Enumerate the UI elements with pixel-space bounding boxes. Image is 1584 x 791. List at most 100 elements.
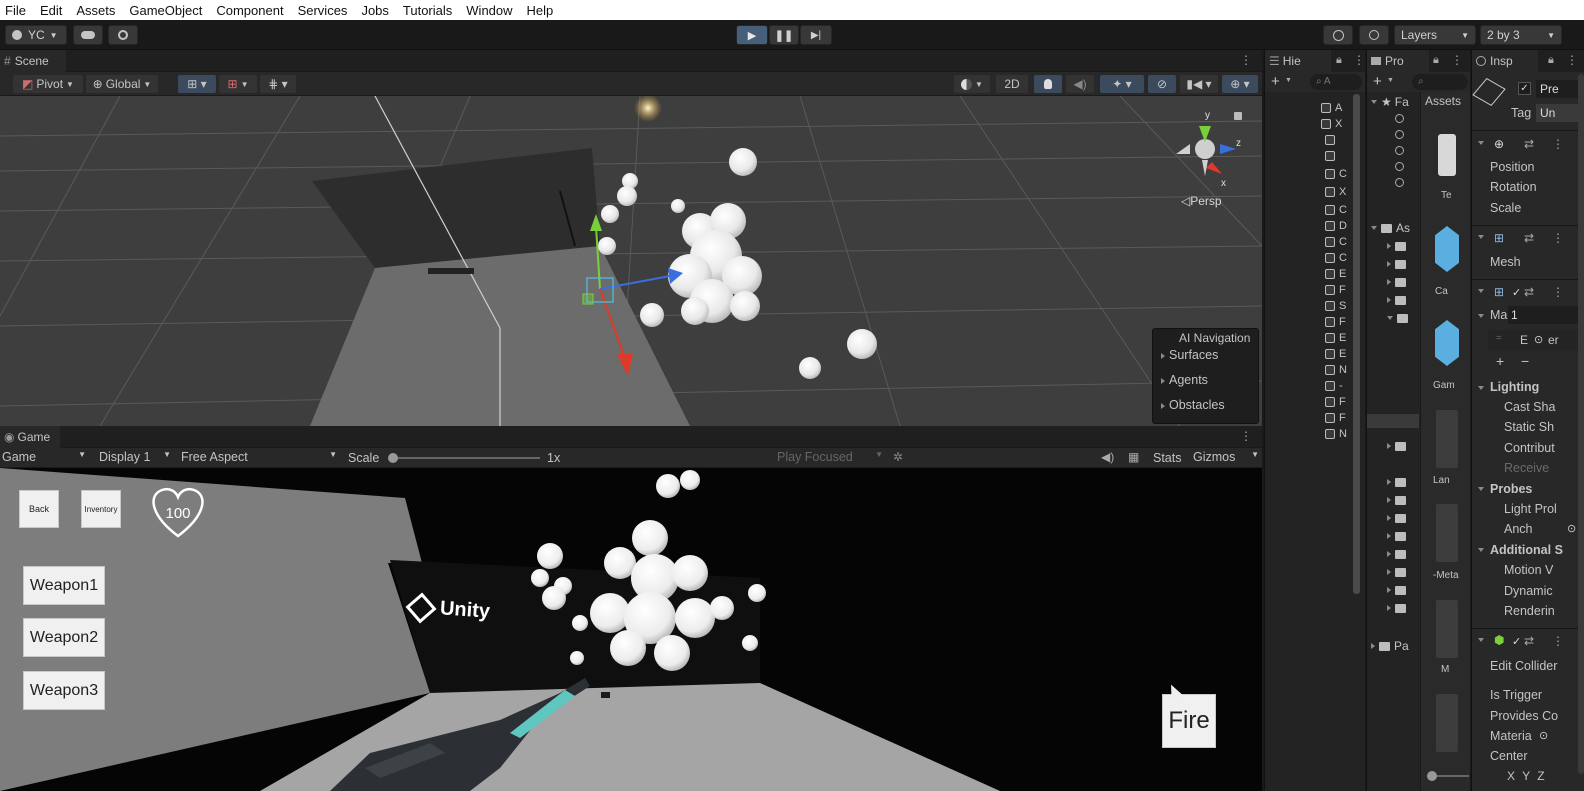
asset-subfolder[interactable]	[1387, 544, 1410, 564]
more-menu-icon[interactable]: ⋮	[1552, 285, 1564, 299]
probes-header[interactable]: Probes	[1490, 482, 1532, 496]
tab-scene[interactable]: # Scene	[0, 50, 66, 72]
weapon3-button[interactable]: Weapon3	[23, 671, 105, 710]
account-dropdown[interactable]: YC ▼	[5, 25, 67, 45]
component-settings-icon[interactable]: ⇄	[1524, 231, 1534, 245]
search-button[interactable]	[1359, 25, 1389, 45]
ai-navigation-item-obstacles[interactable]: Obstacles	[1161, 398, 1225, 412]
object-picker-icon[interactable]: ⊙	[1539, 729, 1548, 742]
enabled-checkbox[interactable]: ✓	[1512, 286, 1521, 299]
hierarchy-scrollbar[interactable]	[1353, 94, 1360, 594]
weapon2-button[interactable]: Weapon2	[23, 618, 105, 657]
more-menu-icon[interactable]: ⋮	[1566, 53, 1578, 67]
asset-subfolder[interactable]	[1387, 562, 1410, 582]
enabled-checkbox[interactable]: ✓	[1512, 635, 1521, 648]
collider-component-header[interactable]: ⬢ ✓ ⇄ ⋮	[1472, 631, 1584, 651]
lock-icon[interactable]	[1234, 112, 1242, 120]
hierarchy-item[interactable]: X	[1325, 182, 1346, 202]
component-settings-icon[interactable]: ⇄	[1524, 634, 1534, 648]
more-menu-icon[interactable]: ⋮	[1240, 429, 1252, 443]
collapse-arrow-icon[interactable]	[1478, 386, 1484, 390]
persp-toggle[interactable]: ◁Persp	[1181, 194, 1222, 208]
lighting-header[interactable]: Lighting	[1490, 380, 1539, 394]
display-dropdown[interactable]: Display 1 ▼	[99, 450, 171, 464]
asset-thumbnail[interactable]	[1438, 134, 1456, 176]
hierarchy-item[interactable]: N	[1325, 424, 1347, 444]
shading-mode-dropdown[interactable]: ▼	[954, 75, 990, 93]
thumbnail-size-handle[interactable]	[1427, 771, 1437, 781]
asset-subfolder[interactable]	[1387, 436, 1410, 456]
increment-snap-button[interactable]: ⊞ ▼	[219, 75, 257, 93]
drag-handle-icon[interactable]: =	[1496, 333, 1502, 344]
meshfilter-component-header[interactable]: ⊞ ⇄ ⋮	[1472, 228, 1584, 248]
lock-icon[interactable]: 🔒︎	[1336, 54, 1342, 67]
lighting-toggle[interactable]	[1034, 75, 1062, 93]
asset-subfolder[interactable]	[1387, 272, 1410, 292]
asset-subfolder[interactable]	[1387, 308, 1412, 328]
cloud-button[interactable]	[73, 25, 103, 45]
collapse-arrow-icon[interactable]	[1478, 548, 1484, 552]
menu-gameobject[interactable]: GameObject	[129, 3, 202, 18]
more-menu-icon[interactable]: ⋮	[1552, 137, 1564, 151]
more-menu-icon[interactable]: ⋮	[1552, 634, 1564, 648]
component-settings-icon[interactable]: ⇄	[1524, 137, 1534, 151]
cube-asset-thumbnail[interactable]	[1435, 226, 1459, 272]
menu-component[interactable]: Component	[216, 3, 283, 18]
inventory-button[interactable]: Inventory	[81, 490, 121, 528]
materials-expand-arrow-icon[interactable]	[1478, 314, 1484, 318]
menu-tutorials[interactable]: Tutorials	[403, 3, 452, 18]
aspect-dropdown[interactable]: Free Aspect ▼	[181, 450, 337, 464]
menu-help[interactable]: Help	[527, 3, 554, 18]
project-search-input[interactable]: ⌕	[1412, 74, 1468, 90]
toggle-2d-button[interactable]: 2D	[996, 75, 1028, 93]
thumbnail-size-slider[interactable]	[1427, 771, 1469, 781]
remove-element-button[interactable]: −	[1521, 353, 1529, 369]
favorite-search[interactable]	[1395, 172, 1408, 192]
step-button[interactable]: ▶|	[800, 25, 832, 45]
fire-button[interactable]: Fire	[1162, 694, 1216, 748]
hidden-objects-toggle[interactable]: ⊘	[1148, 75, 1176, 93]
add-icon[interactable]: +	[1271, 73, 1280, 90]
collapse-arrow-icon[interactable]	[1478, 487, 1484, 491]
lock-icon[interactable]: 🔒︎	[1548, 54, 1554, 67]
asset-thumbnail[interactable]	[1436, 600, 1458, 658]
play-button[interactable]: ▶	[736, 25, 768, 45]
ai-navigation-item-agents[interactable]: Agents	[1161, 373, 1208, 387]
packages-folder[interactable]: Pa	[1367, 636, 1409, 656]
assets-folder[interactable]: As	[1367, 218, 1410, 238]
global-dropdown[interactable]: ⊕ Global ▼	[86, 75, 158, 93]
game-view[interactable]: Back Inventory 100 Weapon1 Weapon2 Weapo…	[0, 468, 1262, 791]
meshrenderer-component-header[interactable]: ⊞ ✓ ⇄ ⋮	[1472, 282, 1584, 302]
mute-audio-icon[interactable]: ◀)	[1101, 450, 1114, 464]
asset-subfolder[interactable]	[1387, 490, 1410, 510]
inspector-scrollbar[interactable]	[1578, 74, 1584, 774]
object-picker-icon[interactable]: ⊙	[1567, 522, 1576, 535]
lock-icon[interactable]: 🔒︎	[1433, 54, 1439, 67]
more-menu-icon[interactable]: ⋮	[1451, 53, 1463, 67]
add-element-button[interactable]: +	[1496, 353, 1504, 369]
more-menu-icon[interactable]: ⋮	[1240, 53, 1252, 67]
hierarchy-search-input[interactable]: ⌕ A	[1310, 74, 1362, 90]
view-dropdown[interactable]: Game ▼	[2, 450, 86, 464]
menu-assets[interactable]: Assets	[76, 3, 115, 18]
gizmos-dropdown[interactable]: ⊕ ▾	[1222, 75, 1258, 93]
camera-dropdown[interactable]: ▮◀ ▾	[1180, 75, 1218, 93]
asset-thumbnail[interactable]	[1436, 410, 1458, 468]
tab-game[interactable]: ◉ Game	[0, 426, 60, 448]
snap-settings-button[interactable]: ⋕ ▾	[260, 75, 296, 93]
layout-dropdown[interactable]: 2 by 3 ▼	[1480, 25, 1562, 45]
menu-jobs[interactable]: Jobs	[361, 3, 388, 18]
layers-dropdown[interactable]: Layers ▼	[1394, 25, 1476, 45]
grid-snap-button[interactable]: ⊞ ▾	[178, 75, 216, 93]
tab-hierarchy[interactable]: ☰ Hie	[1265, 50, 1331, 72]
additional-settings-header[interactable]: Additional S	[1490, 543, 1563, 557]
more-menu-icon[interactable]: ⋮	[1353, 53, 1365, 67]
hierarchy-item[interactable]	[1325, 146, 1339, 166]
tab-inspector[interactable]: Insp	[1472, 50, 1538, 72]
asset-subfolder[interactable]	[1387, 598, 1410, 618]
scale-slider[interactable]	[388, 453, 540, 463]
cube-asset-thumbnail[interactable]	[1435, 320, 1459, 366]
scene-view[interactable]: y z x ◁Persp	[0, 96, 1262, 426]
tag-dropdown[interactable]: Un	[1536, 104, 1584, 122]
gizmos-dropdown[interactable]: Gizmos ▼	[1193, 450, 1259, 464]
